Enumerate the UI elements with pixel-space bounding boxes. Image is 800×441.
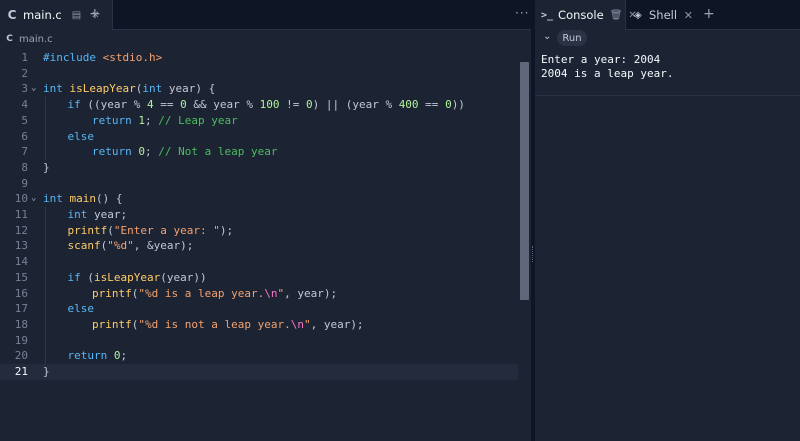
line-number: 16 bbox=[14, 286, 28, 300]
editor-scrollbar[interactable] bbox=[520, 62, 529, 300]
code-text: return 1; // Leap year bbox=[92, 113, 238, 127]
line-number: 7 bbox=[21, 145, 28, 159]
line-number: 13 bbox=[14, 239, 28, 253]
line-number: 18 bbox=[14, 317, 28, 331]
code-line[interactable]: 8} bbox=[0, 160, 518, 176]
code-line[interactable]: 16 printf("%d is a leap year.\n", year); bbox=[0, 286, 518, 302]
tools-pane: >_ Console 🗑︎ ✕ ◈ Shell ✕ + ⌄ Run Enter … bbox=[535, 0, 800, 441]
more-options-icon[interactable]: ··· bbox=[515, 6, 529, 20]
code-line[interactable]: 9 bbox=[0, 176, 518, 192]
code-text: if ((year % 4 == 0 && year % 100 != 0) |… bbox=[67, 98, 465, 112]
indent-guide bbox=[45, 207, 46, 364]
code-text: int isLeapYear(int year) { bbox=[43, 82, 216, 96]
code-line[interactable]: 17 else bbox=[0, 301, 518, 317]
console-line: Enter a year: 2004 bbox=[541, 53, 661, 66]
code-text: int main() { bbox=[43, 192, 123, 206]
tab-console[interactable]: >_ Console 🗑︎ ✕ bbox=[535, 0, 637, 30]
fold-chevron-icon[interactable]: ⌄ bbox=[31, 81, 36, 97]
indent-guide bbox=[45, 97, 46, 160]
breadcrumb: C main.c bbox=[0, 30, 531, 48]
code-line[interactable]: 13 scanf("%d", &year); bbox=[0, 238, 518, 254]
terminal-prompt-icon: >_ bbox=[541, 9, 554, 21]
code-line[interactable]: 6 else bbox=[0, 129, 518, 145]
code-text: } bbox=[43, 160, 50, 174]
code-line[interactable]: 15 if (isLeapYear(year)) bbox=[0, 270, 518, 286]
run-button[interactable]: Run bbox=[557, 30, 587, 46]
tools-tab-bar: >_ Console 🗑︎ ✕ ◈ Shell ✕ + bbox=[535, 0, 800, 30]
code-line[interactable]: 4 if ((year % 4 == 0 && year % 100 != 0) … bbox=[0, 97, 518, 113]
tab-label: main.c bbox=[23, 8, 62, 22]
c-language-icon: C bbox=[7, 8, 17, 22]
c-language-icon: C bbox=[6, 34, 13, 44]
code-line[interactable]: 21} bbox=[0, 364, 518, 380]
line-number: 6 bbox=[21, 129, 28, 143]
code-text: return 0; bbox=[67, 349, 128, 363]
line-number: 14 bbox=[14, 255, 28, 269]
code-editor[interactable]: 1 #include <stdio.h> 2 3 ⌄ int isLeapYear(int… bbox=[0, 50, 520, 430]
code-line[interactable]: 2 bbox=[0, 66, 518, 82]
line-number: 2 bbox=[21, 66, 28, 80]
fold-chevron-icon[interactable]: ⌄ bbox=[31, 191, 36, 207]
code-text: scanf("%d", &year); bbox=[67, 239, 194, 253]
line-number: 4 bbox=[21, 98, 28, 112]
code-line[interactable]: 18 printf("%d is not a leap year.\n", yea… bbox=[0, 317, 518, 333]
console-line: 2004 is a leap year. bbox=[541, 66, 674, 80]
code-text: printf("%d is not a leap year.\n", year)… bbox=[92, 317, 364, 331]
divider bbox=[535, 95, 800, 96]
line-number: 21 bbox=[14, 365, 28, 378]
line-number: 15 bbox=[14, 270, 28, 284]
code-line[interactable]: 11 int year; bbox=[0, 207, 518, 223]
line-number: 5 bbox=[21, 113, 28, 127]
trash-icon[interactable]: 🗑︎ bbox=[610, 10, 623, 21]
code-line[interactable]: 3 ⌄ int isLeapYear(int year) { bbox=[0, 81, 518, 97]
code-text: if (isLeapYear(year)) bbox=[67, 270, 207, 284]
line-number: 3 bbox=[21, 82, 28, 96]
add-tab-icon[interactable]: + bbox=[703, 6, 715, 22]
code-text: } bbox=[43, 365, 50, 378]
code-line[interactable]: 20 return 0; bbox=[0, 348, 518, 364]
tab-shell-label: Shell bbox=[649, 8, 678, 22]
editor-tab-bar: C main.c ▤ ✕ + ··· bbox=[0, 0, 531, 30]
code-line[interactable]: 10 ⌄ int main() { bbox=[0, 191, 518, 207]
code-line[interactable]: 12 printf("Enter a year: "); bbox=[0, 223, 518, 239]
code-text: printf("Enter a year: "); bbox=[67, 223, 234, 237]
line-number: 17 bbox=[14, 302, 28, 316]
line-number: 12 bbox=[14, 223, 28, 237]
code-line[interactable]: 7 return 0; // Not a leap year bbox=[0, 144, 518, 160]
tab-shell[interactable]: ◈ Shell ✕ bbox=[626, 0, 699, 30]
console-output: Enter a year: 2004 2004 is a leap year. bbox=[541, 53, 673, 80]
code-text: else bbox=[67, 129, 95, 143]
code-line[interactable]: 1 #include <stdio.h> bbox=[0, 50, 518, 66]
breadcrumb-file[interactable]: main.c bbox=[19, 34, 53, 45]
line-number: 8 bbox=[21, 160, 28, 174]
code-line[interactable]: 19 bbox=[0, 333, 518, 349]
editor-pane: C main.c ▤ ✕ + ··· C main.c 1 #include <s… bbox=[0, 0, 531, 441]
close-icon[interactable]: ✕ bbox=[684, 9, 693, 22]
line-number: 19 bbox=[14, 333, 28, 347]
line-number: 10 bbox=[14, 192, 28, 206]
line-number: 20 bbox=[14, 349, 28, 363]
code-text: int year; bbox=[67, 208, 128, 221]
code-text: #include <stdio.h> bbox=[43, 51, 163, 64]
code-text: return 0; // Not a leap year bbox=[92, 145, 278, 159]
add-tab-icon[interactable]: + bbox=[89, 6, 101, 22]
line-number: 1 bbox=[21, 51, 28, 64]
code-line[interactable]: 14 bbox=[0, 254, 518, 270]
code-line[interactable]: 5 return 1; // Leap year bbox=[0, 113, 518, 129]
line-number: 9 bbox=[21, 176, 28, 190]
tab-console-label: Console bbox=[558, 8, 604, 22]
split-view-icon[interactable]: ▤ bbox=[72, 10, 81, 21]
chevron-down-icon[interactable]: ⌄ bbox=[543, 31, 551, 42]
shell-icon: ◈ bbox=[634, 9, 642, 21]
console-toolbar: ⌄ Run bbox=[535, 30, 800, 47]
code-text: else bbox=[67, 302, 95, 316]
code-text: printf("%d is a leap year.\n", year); bbox=[92, 286, 338, 300]
line-number: 11 bbox=[14, 208, 28, 221]
